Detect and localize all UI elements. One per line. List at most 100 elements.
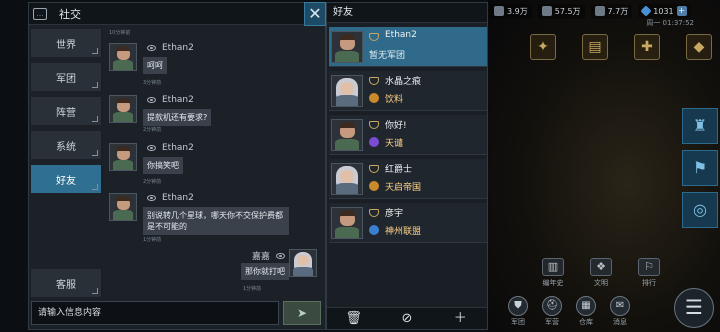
close-icon: ✕ xyxy=(308,4,322,23)
social-header: … 社交 xyxy=(29,3,325,25)
rank-icon xyxy=(369,209,379,217)
tab-system[interactable]: 系统 xyxy=(31,131,103,159)
game-background: 3.9万 57.5万 7.7万 1031 + 周一 01:37:52 ✦ ▤ ✚ … xyxy=(488,0,720,332)
diamond-icon[interactable]: ◆ xyxy=(686,34,712,60)
banner-icon: ⚐ xyxy=(638,258,660,276)
tab-customer-service[interactable]: 客服 xyxy=(31,269,103,297)
friend-item[interactable]: 红爵士 天启帝国 xyxy=(329,159,487,199)
chat-icon: … xyxy=(33,7,47,20)
resource-crystal[interactable]: 3.9万 xyxy=(490,3,532,19)
avatar[interactable] xyxy=(109,43,137,71)
message-time: 1分钟前 xyxy=(243,286,262,292)
chat-input[interactable] xyxy=(31,301,279,325)
avatar[interactable] xyxy=(289,249,317,277)
message-time: 1分钟前 xyxy=(143,237,162,243)
friend-item[interactable]: 彦宇 神州联盟 xyxy=(329,203,487,243)
eye-icon[interactable] xyxy=(147,145,156,151)
rank-icon xyxy=(369,77,379,85)
resource-ore[interactable]: 57.5万 xyxy=(537,3,585,19)
plus-icon[interactable]: + xyxy=(676,6,687,16)
avatar[interactable] xyxy=(109,143,137,171)
eye-icon[interactable] xyxy=(147,195,156,201)
box-icon: ▦ xyxy=(576,296,596,316)
add-friend-button[interactable]: ＋ xyxy=(448,310,472,328)
eye-icon[interactable] xyxy=(147,97,156,103)
chat-messages[interactable]: 10分钟前 Ethan2 呵呵 3分钟前 Ethan2 提款机还有要求? 2分钟… xyxy=(107,27,323,295)
friends-panel: 好友 Ethan2 暂无军团 水晶之痕 饮料 你好! 天谴 红爵士 天启帝国 彦… xyxy=(326,2,488,330)
message-time: 3分钟前 xyxy=(143,80,162,86)
chronicle-button[interactable]: ▥ 编年史 xyxy=(538,258,568,288)
ranking-button[interactable]: ⚐ 排行 xyxy=(634,258,664,288)
helmet-icon: ⛑ xyxy=(542,296,562,316)
server-clock: 周一 01:37:52 xyxy=(646,19,694,27)
tab-faction[interactable]: 阵营 xyxy=(31,97,103,125)
mail-icon: ✉ xyxy=(610,296,630,316)
rank-icon xyxy=(369,121,379,129)
friend-name: 水晶之痕 xyxy=(385,77,422,87)
resource-gem[interactable]: 1031 + xyxy=(638,4,691,18)
eye-icon[interactable] xyxy=(147,45,156,51)
friend-item[interactable]: 你好! 天谴 xyxy=(329,115,487,155)
menu-icon: ☰ xyxy=(685,295,703,319)
legion-button[interactable]: ⛊ 军团 xyxy=(506,296,530,327)
friend-name: 红爵士 xyxy=(385,165,413,175)
avatar[interactable] xyxy=(109,95,137,123)
friend-item[interactable]: Ethan2 暂无军团 xyxy=(329,27,487,67)
chat-input-row: ➤ xyxy=(31,301,323,327)
friends-toolbar: 🗑 ⊘ ＋ xyxy=(327,307,487,329)
crystal-icon xyxy=(494,6,504,16)
rank-icon xyxy=(369,165,379,173)
tower-icon[interactable]: ♜ xyxy=(682,108,718,144)
base-mid-buttons: ▥ 编年史 ❖ 文明 ⚐ 排行 xyxy=(538,258,664,288)
avatar xyxy=(331,119,363,151)
civilization-button[interactable]: ❖ 文明 xyxy=(586,258,616,288)
delete-friend-button[interactable]: 🗑 xyxy=(342,310,366,328)
message-bubble: 那你就打吧 xyxy=(241,263,289,280)
flag-icon[interactable]: ⚑ xyxy=(682,150,718,186)
sender-name: Ethan2 xyxy=(162,95,194,105)
gift-icon[interactable]: ✚ xyxy=(634,34,660,60)
gem-icon xyxy=(640,5,652,17)
send-button[interactable]: ➤ xyxy=(283,301,321,325)
avatar xyxy=(331,31,363,63)
message-bubble: 别说转几个星球，哪天你不交保护费都是不可能的 xyxy=(143,207,289,235)
avatar xyxy=(331,207,363,239)
guild-icon xyxy=(369,93,379,103)
message-bubble: 呵呵 xyxy=(143,57,167,74)
friends-title: 好友 xyxy=(327,3,487,23)
block-icon: ⊘ xyxy=(401,310,413,326)
close-button[interactable]: ✕ xyxy=(304,2,326,26)
ore-icon xyxy=(541,6,552,16)
guild-icon xyxy=(369,137,379,147)
warehouse-button[interactable]: ▦ 仓库 xyxy=(574,296,598,327)
avatar[interactable] xyxy=(109,193,137,221)
eye-icon[interactable] xyxy=(276,252,285,259)
tab-friends[interactable]: 好友 xyxy=(31,165,103,193)
emblem-icon[interactable]: ✦ xyxy=(530,34,556,60)
book-icon: ▥ xyxy=(542,258,564,276)
shield-icon: ⛊ xyxy=(508,296,528,316)
guild-icon xyxy=(369,225,379,235)
friend-guild: 天谴 xyxy=(385,139,404,149)
sender-name: Ethan2 xyxy=(162,193,194,203)
channel-tabs: 世界 军团 阵营 系统 好友 客服 xyxy=(31,29,103,297)
scroll-icon[interactable]: ▤ xyxy=(582,34,608,60)
barracks-button[interactable]: ⛑ 军营 xyxy=(540,296,564,327)
friend-guild: 神州联盟 xyxy=(385,227,422,237)
friend-guild: 饮料 xyxy=(385,95,404,105)
planet-icon[interactable]: ◎ xyxy=(682,192,718,228)
friend-item[interactable]: 水晶之痕 饮料 xyxy=(329,71,487,111)
sender-name: 嘉嘉 xyxy=(251,252,270,262)
tab-world[interactable]: 世界 xyxy=(31,29,103,57)
message-time: 2分钟前 xyxy=(143,127,162,133)
block-button[interactable]: ⊘ xyxy=(395,310,419,328)
side-buttons: ♜ ⚑ ◎ xyxy=(682,108,718,228)
menu-button[interactable]: ☰ xyxy=(674,288,714,328)
tab-legion[interactable]: 军团 xyxy=(31,63,103,91)
message-time: 10分钟前 xyxy=(109,30,131,36)
friend-name: Ethan2 xyxy=(385,30,417,40)
friend-guild: 天启帝国 xyxy=(385,183,422,193)
message-button[interactable]: ✉ 消息 xyxy=(608,296,632,327)
resource-fuel[interactable]: 7.7万 xyxy=(590,3,633,19)
rank-icon xyxy=(369,33,379,41)
